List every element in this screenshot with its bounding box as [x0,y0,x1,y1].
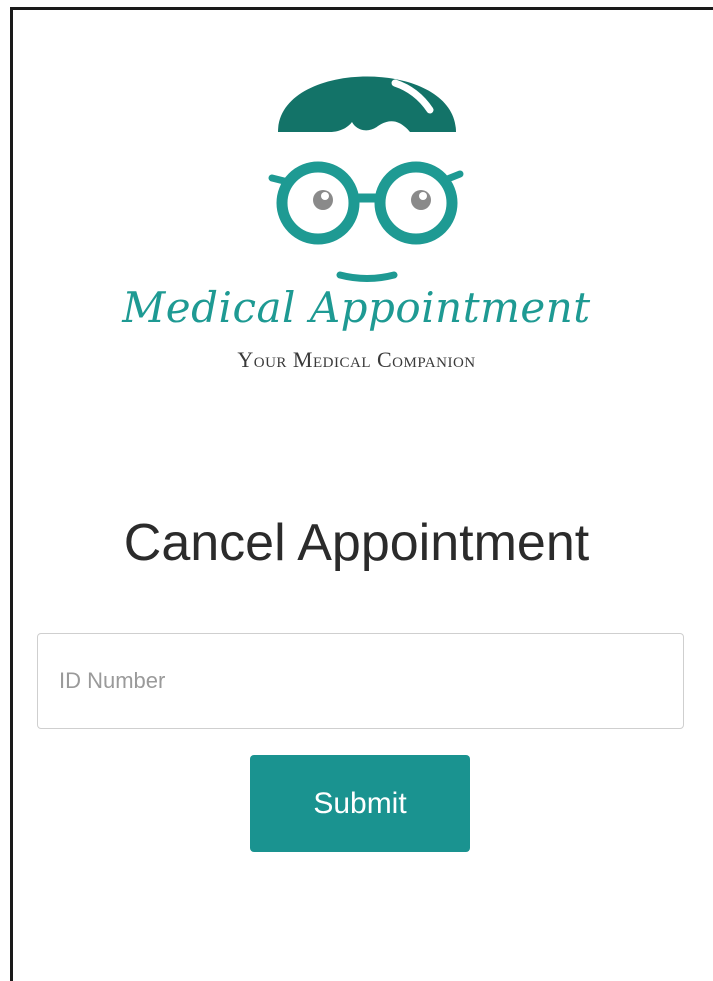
brand-name: Medical Appointment [122,283,591,332]
doctor-glasses-logo-icon [268,76,464,282]
brand-tagline: Your Medical Companion [237,347,476,372]
page-title: Cancel Appointment [123,514,590,572]
submit-button[interactable]: Submit [250,755,470,852]
id-number-input[interactable] [37,633,684,729]
